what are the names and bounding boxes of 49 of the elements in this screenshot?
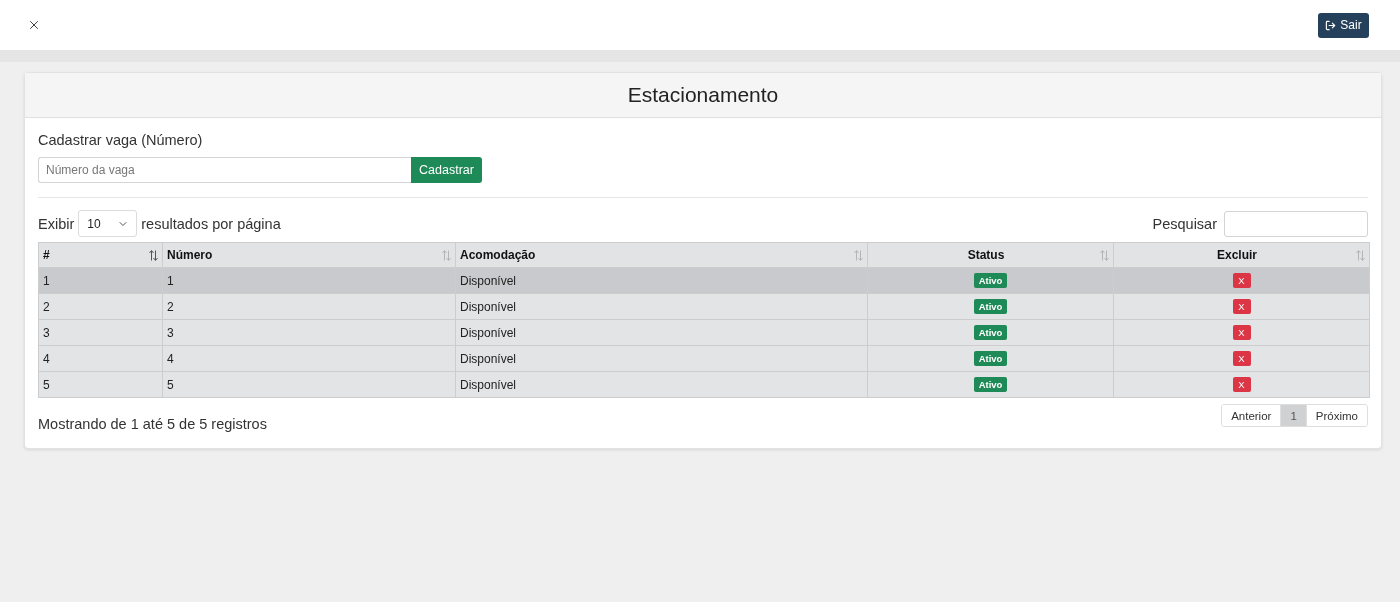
card-title: Estacionamento [627,83,779,107]
table-cell: 5 [162,371,456,398]
table-cell: 2 [38,293,163,320]
search-field[interactable] [1224,210,1368,237]
column-header[interactable]: Excluir [1113,242,1370,268]
column-header[interactable]: # [38,242,163,268]
logout-button[interactable]: Sair [1318,12,1369,38]
column-header[interactable]: Número [162,242,456,268]
table-row[interactable]: 4 4 Disponível Ativo X [38,345,1370,372]
table-cell: 4 [38,345,163,372]
table-cell: 5 [38,371,163,398]
table-cell: 3 [162,319,456,346]
column-header[interactable]: Status [867,242,1114,268]
status-badge: Ativo [973,273,1008,288]
table-cell: 1 [162,267,456,294]
table-row[interactable]: 2 2 Disponível Ativo X [38,293,1370,320]
show-label: Exibir [38,215,75,232]
table-cell: 4 [162,345,456,372]
register-button[interactable]: Cadastrar [411,157,482,183]
table-row[interactable]: 3 3 Disponível Ativo X [38,319,1370,346]
page-button[interactable]: 1 [1280,405,1306,426]
records-info: Mostrando de 1 até 5 de 5 registros [38,416,267,432]
delete-button[interactable]: X [1232,351,1251,366]
field-label: Cadastrar vaga (Número) [38,132,204,149]
status-badge: Ativo [973,377,1008,392]
table-cell: Disponível [455,293,868,320]
table-cell: 1 [38,267,163,294]
table-row[interactable]: 1 1 Disponível Ativo X [38,267,1370,294]
delete-button[interactable]: X [1232,377,1251,392]
next-button[interactable]: Próximo [1305,405,1367,426]
search-label: Pesquisar [1152,215,1217,232]
table-cell: 3 [38,319,163,346]
page-size-select[interactable]: 10 [78,210,138,237]
table-cell: Disponível [455,345,868,372]
status-badge: Ativo [973,325,1008,340]
input-field[interactable]: Número da vaga [38,157,411,183]
delete-button[interactable]: X [1232,273,1251,288]
column-header[interactable]: Acomodação [455,242,868,268]
table-cell: Disponível [455,319,868,346]
status-badge: Ativo [973,299,1008,314]
table-cell: 2 [162,293,456,320]
table-cell: Disponível [455,371,868,398]
table-cell: Disponível [455,267,868,294]
per-page-label: resultados por página [141,215,281,232]
delete-button[interactable]: X [1232,299,1251,314]
sign-out-icon [1325,19,1337,31]
table-row[interactable]: 5 5 Disponível Ativo X [38,371,1370,398]
status-badge: Ativo [973,351,1008,366]
delete-button[interactable]: X [1232,325,1251,340]
